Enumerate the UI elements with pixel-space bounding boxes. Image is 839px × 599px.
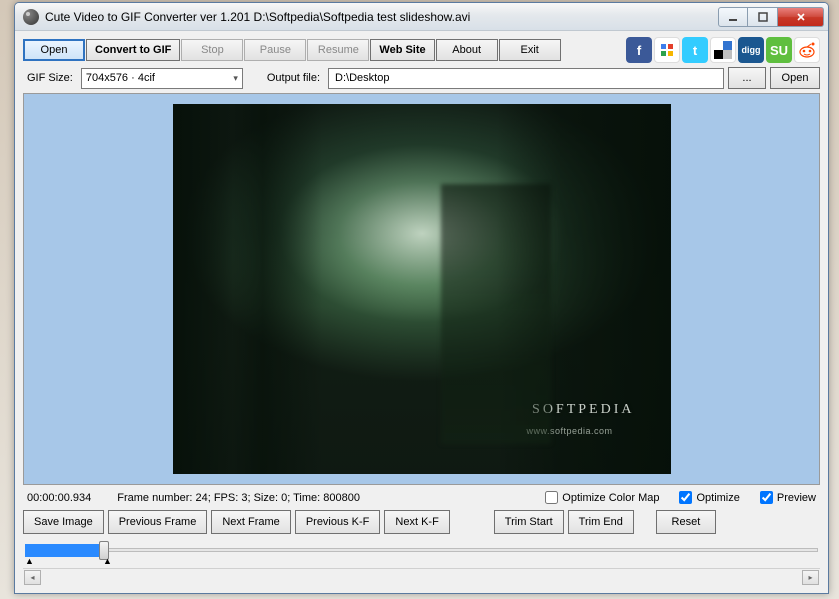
close-button[interactable] — [778, 7, 824, 27]
preview-watermark: SOFTPEDIA — [532, 402, 634, 418]
gif-size-label: GIF Size: — [23, 72, 77, 84]
gif-size-value: 704x576 · 4cif — [86, 72, 155, 84]
app-window: Cute Video to GIF Converter ver 1.201 D:… — [14, 2, 829, 594]
social-icons: f t digg SU — [626, 37, 820, 63]
digg-icon[interactable]: digg — [738, 37, 764, 63]
horizontal-scrollbar[interactable]: ◂ ▸ — [23, 568, 820, 585]
video-preview: SOFTPEDIA www.softpedia.com — [23, 93, 820, 485]
slider-track[interactable] — [25, 548, 818, 552]
preview-watermark-sub: www.softpedia.com — [526, 426, 612, 436]
reddit-icon[interactable] — [794, 37, 820, 63]
website-button[interactable]: Web Site — [370, 39, 434, 61]
optimize-checkbox[interactable]: Optimize — [679, 491, 739, 504]
maximize-button[interactable] — [748, 7, 778, 27]
action-row: Save Image Previous Frame Next Frame Pre… — [23, 510, 820, 534]
output-file-label: Output file: — [263, 72, 324, 84]
minimize-button[interactable] — [718, 7, 748, 27]
slider-mark-start: ▲ — [25, 556, 34, 566]
trim-start-button[interactable]: Trim Start — [494, 510, 564, 534]
twitter-icon[interactable]: t — [682, 37, 708, 63]
status-row: 00:00:00.934 Frame number: 24; FPS: 3; S… — [23, 489, 820, 506]
google-icon[interactable] — [654, 37, 680, 63]
pause-button[interactable]: Pause — [244, 39, 306, 61]
gif-size-select[interactable]: 704x576 · 4cif — [81, 68, 243, 89]
previous-frame-button[interactable]: Previous Frame — [108, 510, 208, 534]
output-file-input[interactable] — [328, 68, 724, 89]
preview-label: Preview — [777, 492, 816, 504]
reset-button[interactable]: Reset — [656, 510, 716, 534]
exit-button[interactable]: Exit — [499, 39, 561, 61]
content-area: Open Convert to GIF Stop Pause Resume We… — [15, 31, 828, 593]
window-controls — [718, 7, 824, 27]
preview-frame-image: SOFTPEDIA www.softpedia.com — [173, 104, 671, 474]
optimize-color-map-label: Optimize Color Map — [562, 492, 659, 504]
app-icon — [23, 9, 39, 25]
convert-button[interactable]: Convert to GIF — [86, 39, 180, 61]
optimize-label: Optimize — [696, 492, 739, 504]
frame-info-label: Frame number: 24; FPS: 3; Size: 0; Time:… — [117, 492, 360, 504]
main-toolbar: Open Convert to GIF Stop Pause Resume We… — [23, 37, 820, 63]
window-title: Cute Video to GIF Converter ver 1.201 D:… — [45, 10, 718, 24]
open-output-button[interactable]: Open — [770, 67, 820, 89]
time-label: 00:00:00.934 — [27, 492, 91, 504]
scroll-left-button[interactable]: ◂ — [24, 570, 41, 585]
browse-button[interactable]: ... — [728, 67, 766, 89]
slider-fill — [25, 544, 103, 557]
slider-mark-current: ▲ — [103, 556, 112, 566]
trim-end-button[interactable]: Trim End — [568, 510, 634, 534]
previous-keyframe-button[interactable]: Previous K-F — [295, 510, 381, 534]
optimize-color-map-checkbox[interactable]: Optimize Color Map — [545, 491, 659, 504]
facebook-icon[interactable]: f — [626, 37, 652, 63]
preview-checkbox[interactable]: Preview — [760, 491, 816, 504]
open-button[interactable]: Open — [23, 39, 85, 61]
stop-button[interactable]: Stop — [181, 39, 243, 61]
next-keyframe-button[interactable]: Next K-F — [384, 510, 449, 534]
about-button[interactable]: About — [436, 39, 498, 61]
resume-button[interactable]: Resume — [307, 39, 369, 61]
settings-row: GIF Size: 704x576 · 4cif Output file: ..… — [23, 67, 820, 89]
save-image-button[interactable]: Save Image — [23, 510, 104, 534]
next-frame-button[interactable]: Next Frame — [211, 510, 290, 534]
stumbleupon-icon[interactable]: SU — [766, 37, 792, 63]
titlebar[interactable]: Cute Video to GIF Converter ver 1.201 D:… — [15, 3, 828, 31]
scroll-right-button[interactable]: ▸ — [802, 570, 819, 585]
delicious-icon[interactable] — [710, 37, 736, 63]
timeline-slider[interactable]: ▲ ▲ — [23, 538, 820, 564]
